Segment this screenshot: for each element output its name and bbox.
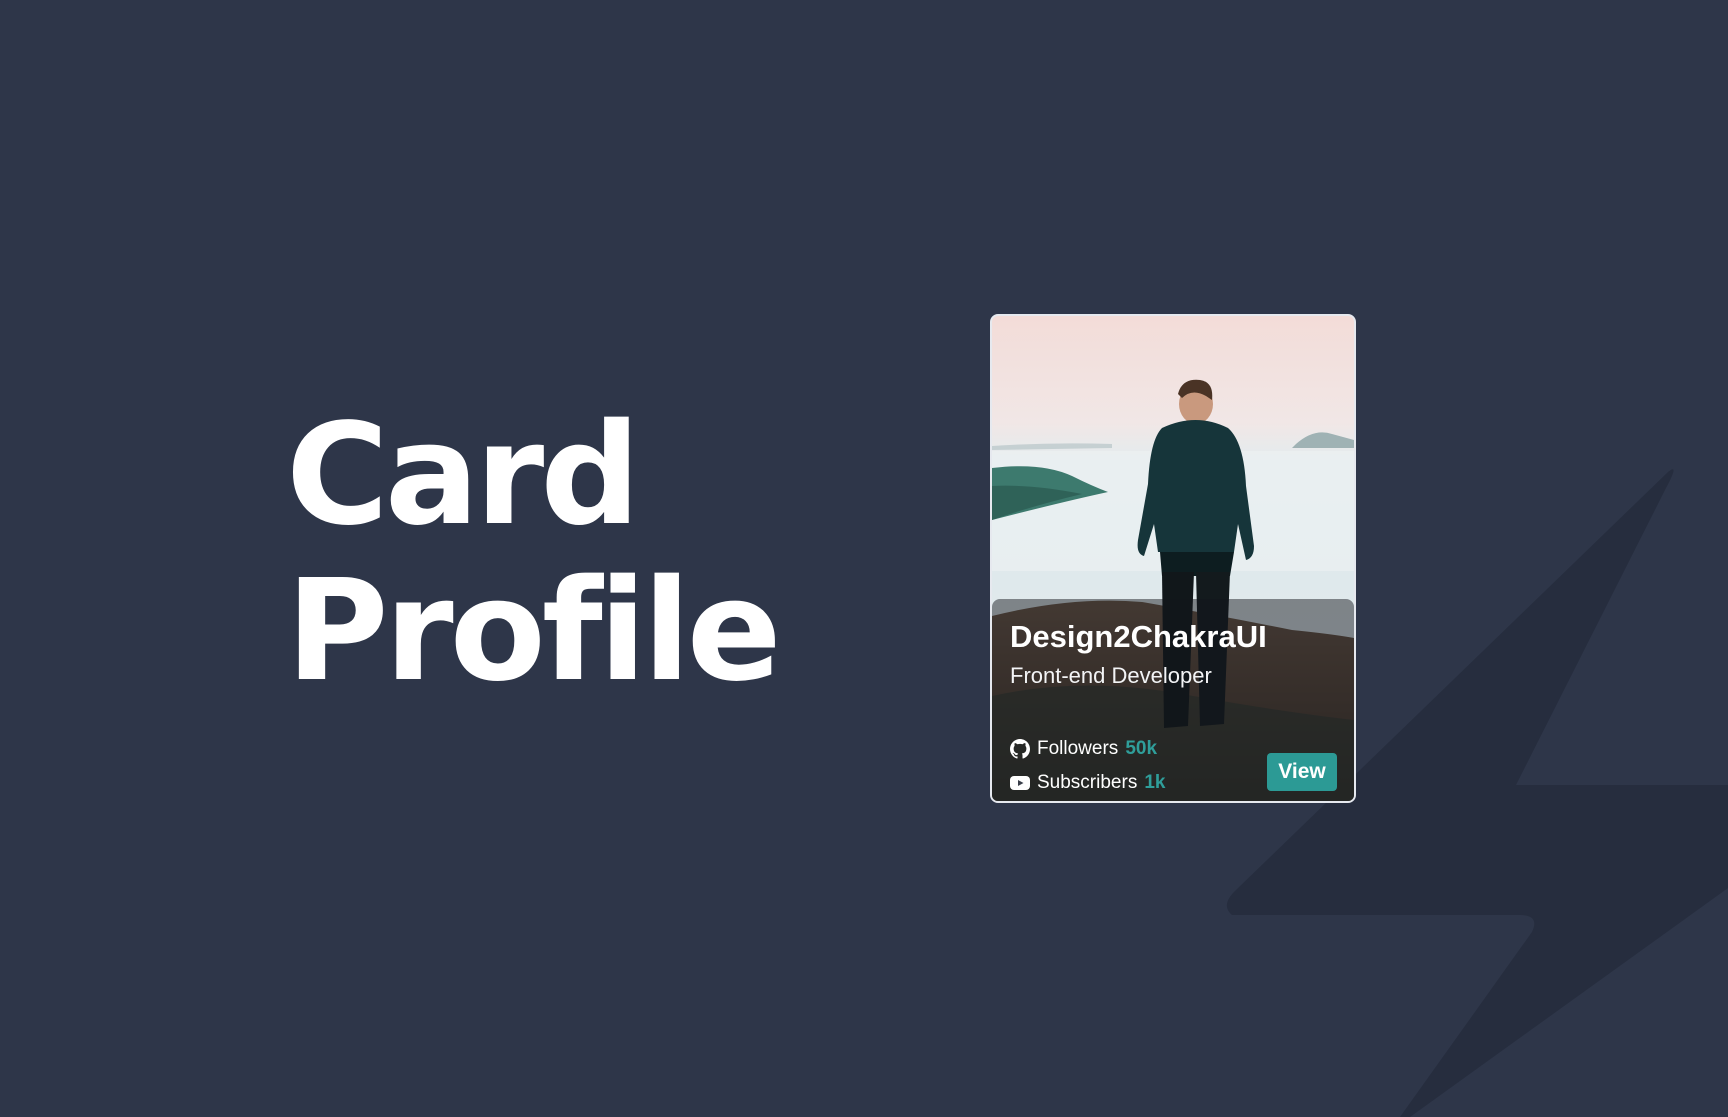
stat-subscribers: Subscribers 1k [1010, 771, 1165, 795]
profile-role: Front-end Developer [1010, 663, 1212, 688]
stat-value: 50k [1125, 738, 1158, 759]
profile-card: Design2ChakraUI Front-end Developer Foll… [990, 314, 1356, 803]
page-canvas: Card Profile Design2ChakraUI Front-end D… [0, 0, 1728, 1117]
stat-label: Subscribers [1037, 772, 1138, 793]
lightning-bolt-decoration [1226, 469, 1728, 1117]
title-line-card: Card [286, 394, 640, 557]
stat-label: Followers [1037, 738, 1119, 759]
github-icon [1010, 739, 1030, 759]
profile-name: Design2ChakraUI [1010, 619, 1267, 654]
profile-info-panel: Design2ChakraUI Front-end Developer Foll… [992, 599, 1354, 801]
youtube-icon [1010, 773, 1030, 793]
stat-value: 1k [1144, 772, 1166, 793]
page-title: Card Profile [286, 394, 782, 713]
view-button[interactable]: View [1267, 753, 1337, 791]
stat-followers: Followers 50k [1010, 737, 1157, 761]
title-line-profile: Profile [286, 550, 782, 713]
